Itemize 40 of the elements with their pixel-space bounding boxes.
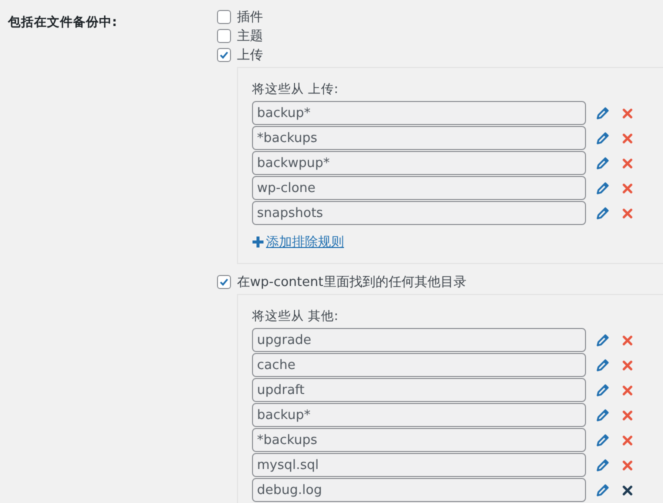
field-label: 包括在文件备份中:	[6, 13, 118, 31]
input-field[interactable]: backup*	[252, 403, 586, 427]
plus-icon[interactable]	[252, 236, 264, 248]
pencil-icon[interactable]	[596, 334, 609, 346]
checkbox[interactable]	[217, 28, 231, 42]
input-field[interactable]: updraft	[252, 378, 586, 402]
pencil-icon[interactable]	[596, 106, 609, 120]
checkbox-label: 上传	[237, 46, 263, 64]
input-field[interactable]: wp-clone	[252, 176, 586, 200]
input-field[interactable]: *backups	[252, 126, 586, 150]
pencil-icon[interactable]	[596, 384, 609, 396]
pencil-icon[interactable]	[596, 434, 609, 446]
input-field[interactable]: snapshots	[252, 201, 586, 225]
delete-icon[interactable]	[622, 484, 633, 496]
pencil-icon[interactable]	[596, 206, 609, 220]
pencil-icon[interactable]	[596, 408, 609, 422]
section-heading: 将这些从 其他:	[252, 307, 340, 325]
add-rule-link[interactable]: 添加排除规则	[266, 233, 344, 251]
input-field[interactable]: *backups	[252, 428, 586, 452]
pencil-icon[interactable]	[596, 458, 609, 472]
checkmark-icon	[218, 276, 230, 288]
pencil-icon[interactable]	[596, 484, 609, 496]
checkbox[interactable]	[217, 10, 231, 24]
input-field[interactable]: cache	[252, 353, 586, 377]
checkbox-label: 在wp-content里面找到的任何其他目录	[237, 274, 466, 290]
pencil-icon[interactable]	[596, 182, 609, 194]
checkbox-label: 插件	[237, 8, 263, 26]
pencil-icon[interactable]	[596, 358, 609, 372]
pencil-icon[interactable]	[596, 156, 609, 170]
checkbox-label: 主题	[237, 28, 263, 44]
input-field[interactable]: mysql.sql	[252, 453, 586, 477]
input-field[interactable]: backup*	[252, 101, 586, 125]
input-field[interactable]: debug.log	[252, 478, 586, 502]
section-heading: 将这些从 上传:	[252, 80, 340, 98]
pencil-icon[interactable]	[596, 132, 609, 144]
checkmark-icon	[218, 48, 230, 60]
input-field[interactable]: backwpup*	[252, 151, 586, 175]
checkbox[interactable]	[217, 48, 231, 62]
input-field[interactable]: upgrade	[252, 328, 586, 352]
checkbox[interactable]	[217, 274, 231, 288]
